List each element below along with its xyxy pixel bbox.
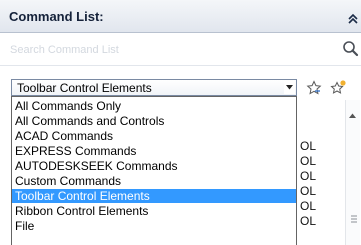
search-icon[interactable] [342, 40, 359, 57]
dropdown-arrow-button[interactable] [284, 81, 295, 94]
option-file[interactable]: File [12, 219, 296, 233]
scroll-grip-icon[interactable] [351, 215, 357, 223]
list-cell[interactable]: OL [300, 185, 340, 197]
list-cell[interactable]: OL [300, 200, 340, 212]
option-toolbar-control-elements[interactable]: Toolbar Control Elements [12, 189, 296, 203]
option-all-commands-and-controls[interactable]: All Commands and Controls [12, 114, 296, 128]
command-list-panel: Command List: Toolbar Control Elements A… [0, 0, 361, 245]
list-cell[interactable]: OL [300, 170, 340, 182]
option-custom-commands[interactable]: Custom Commands [12, 174, 296, 188]
filter-selected-value: Toolbar Control Elements [17, 81, 152, 95]
option-ribbon-control-elements[interactable]: Ribbon Control Elements [12, 204, 296, 218]
star-filter-icon[interactable] [306, 80, 322, 96]
scroll-up-arrow-icon[interactable] [349, 113, 356, 118]
option-all-commands-only[interactable]: All Commands Only [12, 99, 296, 113]
new-star-icon[interactable] [330, 80, 346, 96]
list-cell[interactable]: OL [300, 140, 340, 152]
option-autodeskseek-commands[interactable]: AUTODESKSEEK Commands [12, 159, 296, 173]
vertical-scrollbar[interactable] [345, 100, 360, 245]
list-cell[interactable]: OL [300, 215, 340, 227]
filter-dropdown[interactable]: Toolbar Control Elements [11, 79, 297, 96]
panel-header: Command List: [0, 0, 361, 33]
option-express-commands[interactable]: EXPRESS Commands [12, 144, 296, 158]
chevron-down-icon [286, 85, 293, 90]
collapse-chevron-icon[interactable] [346, 12, 360, 24]
list-cell[interactable]: OL [300, 155, 340, 167]
filter-options-list: All Commands Only All Commands and Contr… [11, 96, 297, 245]
search-row [0, 33, 361, 66]
search-input[interactable] [8, 39, 336, 61]
panel-title: Command List: [9, 9, 104, 24]
option-acad-commands[interactable]: ACAD Commands [12, 129, 296, 143]
